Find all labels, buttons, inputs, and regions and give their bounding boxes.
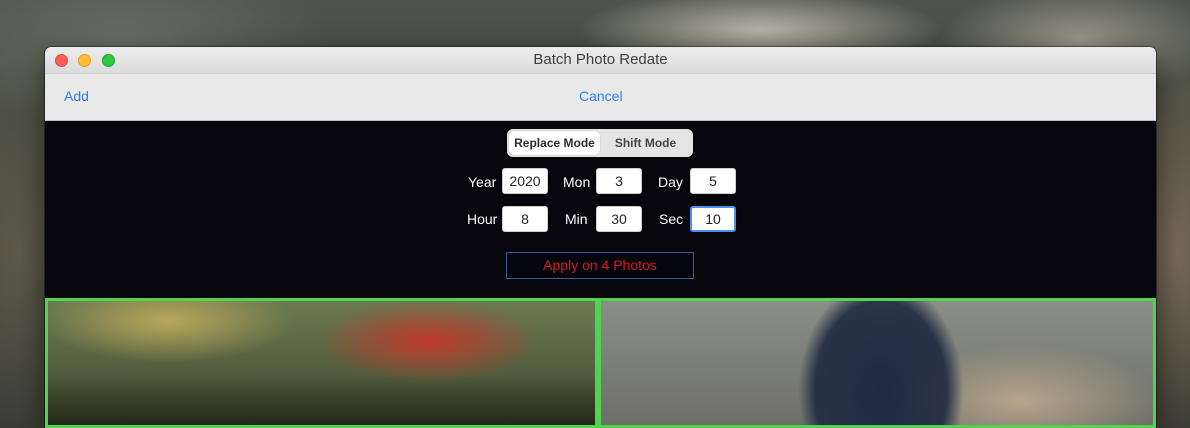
replace-mode-segment[interactable]: Replace Mode [509,131,600,155]
second-label: Sec [659,211,684,227]
photo-thumbnail[interactable] [598,298,1156,428]
day-label: Day [658,174,683,190]
year-label: Year [468,174,497,190]
hour-field[interactable] [502,206,548,232]
zoom-window-button[interactable] [102,54,115,67]
minimize-window-button[interactable] [78,54,91,67]
mode-segmented-control: Replace Mode Shift Mode [507,129,693,157]
close-window-button[interactable] [55,54,68,67]
add-button[interactable]: Add [64,88,89,104]
photo-thumbnail[interactable] [45,298,598,428]
hour-label: Hour [467,211,498,227]
second-field[interactable] [690,206,736,232]
minute-field[interactable] [596,206,642,232]
navigation-bar: Add Cancel [45,73,1156,121]
shift-mode-segment[interactable]: Shift Mode [600,131,691,155]
day-field[interactable] [690,168,736,194]
title-bar: Batch Photo Redate [45,47,1156,73]
year-field[interactable] [502,168,548,194]
month-label: Mon [563,174,591,190]
minute-label: Min [565,211,588,227]
month-field[interactable] [596,168,642,194]
apply-button[interactable]: Apply on 4 Photos [506,252,694,279]
app-window: Batch Photo Redate Add Cancel Replace Mo… [45,47,1156,428]
window-title: Batch Photo Redate [533,51,668,68]
cancel-button[interactable]: Cancel [579,88,623,104]
